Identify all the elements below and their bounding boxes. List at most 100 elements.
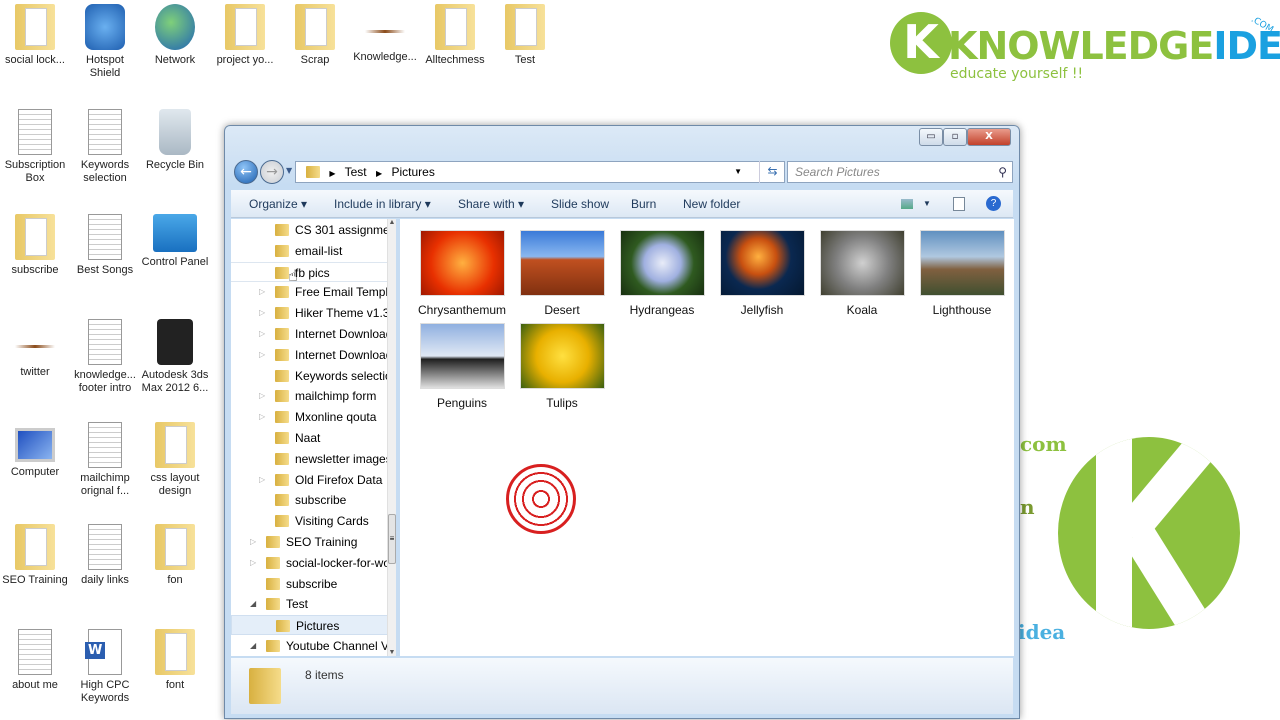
tree-item-label: CS 301 assignment bbox=[295, 223, 396, 237]
scrollbar-thumb[interactable]: ≡ bbox=[388, 514, 396, 564]
desktop-icon[interactable]: High CPC Keywords bbox=[70, 625, 140, 705]
tree-item[interactable]: ▷ SEO Training bbox=[231, 532, 391, 552]
minimize-button[interactable]: ▭ bbox=[919, 128, 943, 146]
expand-arrow-icon[interactable]: ▷ bbox=[250, 553, 256, 573]
tree-item[interactable]: newsletter images bbox=[231, 449, 392, 469]
desktop-icon[interactable]: daily links bbox=[70, 520, 140, 587]
tree-item[interactable]: Pictures bbox=[231, 615, 391, 636]
desktop-icon[interactable]: Test bbox=[490, 0, 560, 67]
new-folder-button[interactable]: New folder bbox=[683, 197, 740, 211]
expand-arrow-icon[interactable]: ▷ bbox=[259, 324, 265, 344]
desktop-icon[interactable]: subscribe bbox=[0, 210, 70, 277]
refresh-button[interactable]: ⇆ bbox=[759, 161, 785, 183]
expand-arrow-icon[interactable]: ▷ bbox=[250, 532, 256, 552]
tree-item[interactable]: Keywords selectior bbox=[231, 366, 396, 386]
address-bar[interactable]: ▶ Test ▶ Pictures ▼ bbox=[295, 161, 785, 183]
picture-item[interactable]: Hydrangeas bbox=[612, 230, 712, 317]
address-dropdown-icon[interactable]: ▼ bbox=[734, 162, 742, 182]
expand-arrow-icon[interactable]: ▷ bbox=[259, 345, 265, 365]
desktop-icon[interactable]: about me bbox=[0, 625, 70, 692]
desktop-icon[interactable]: Knowledge... bbox=[350, 0, 420, 64]
preview-pane-icon[interactable] bbox=[953, 197, 965, 211]
desktop-icon[interactable]: SEO Training bbox=[0, 520, 70, 587]
desktop-icon[interactable]: Scrap bbox=[280, 0, 350, 67]
share-with-button[interactable]: Share with ▾ bbox=[458, 197, 524, 211]
tree-item[interactable]: email-list bbox=[231, 241, 391, 261]
tree-item-label: Visiting Cards bbox=[295, 514, 369, 529]
picture-item[interactable]: Desert bbox=[512, 230, 612, 317]
desktop-icon[interactable]: fon bbox=[140, 520, 210, 587]
organize-button[interactable]: Organize ▾ bbox=[249, 197, 307, 211]
change-view-icon[interactable] bbox=[901, 199, 913, 209]
tree-item[interactable]: ▷ Internet Download bbox=[231, 324, 392, 344]
desktop-icon[interactable]: Network bbox=[140, 0, 210, 67]
tree-item[interactable]: ▷ Old Firefox Data bbox=[231, 470, 391, 490]
desktop-icon[interactable]: Best Songs bbox=[70, 210, 140, 277]
desktop-icon[interactable]: twitter bbox=[0, 315, 70, 379]
tree-item-label: subscribe bbox=[286, 576, 338, 591]
picture-item[interactable]: Jellyfish bbox=[712, 230, 812, 317]
tree-item[interactable]: subscribe bbox=[231, 490, 391, 510]
desktop-icon[interactable]: Control Panel bbox=[140, 210, 210, 269]
desktop-icon[interactable]: Hotspot Shield bbox=[70, 0, 140, 80]
desktop-icon[interactable]: Recycle Bin bbox=[140, 105, 210, 172]
desktop-icon[interactable]: Subscription Box bbox=[0, 105, 70, 185]
burn-button[interactable]: Burn bbox=[631, 197, 656, 211]
desktop-icon[interactable]: css layout design bbox=[140, 418, 210, 498]
tree-item[interactable]: ▷ mailchimp form bbox=[231, 386, 391, 406]
picture-item[interactable]: Koala bbox=[812, 230, 912, 317]
desktop-icon[interactable]: Computer bbox=[0, 418, 70, 479]
expand-arrow-icon[interactable]: ▷ bbox=[259, 470, 265, 490]
desktop-icon-label: Recycle Bin bbox=[145, 159, 205, 171]
desktop-icon[interactable]: Alltechmess bbox=[420, 0, 490, 67]
tree-item[interactable]: Visiting Cards bbox=[231, 511, 391, 531]
recent-pages-dropdown[interactable]: ▼ bbox=[286, 166, 292, 175]
tree-item[interactable]: subscribe bbox=[231, 574, 391, 594]
close-button[interactable]: X bbox=[967, 128, 1011, 146]
desktop-icon[interactable]: project yo... bbox=[210, 0, 280, 67]
expand-arrow-icon[interactable]: ▷ bbox=[259, 282, 265, 302]
tree-item[interactable]: Naat bbox=[231, 428, 391, 448]
folder-icon bbox=[155, 524, 195, 570]
picture-item[interactable]: Penguins bbox=[412, 323, 512, 410]
tree-item[interactable]: CS 301 assignment bbox=[231, 220, 396, 240]
tree-item[interactable]: ◢ Youtube Channel Vic bbox=[231, 636, 396, 656]
forward-button[interactable]: → bbox=[260, 160, 284, 184]
desktop-icon[interactable]: social lock... bbox=[0, 0, 70, 67]
breadcrumb-pictures[interactable]: Pictures bbox=[391, 165, 434, 179]
desktop-icon[interactable]: Autodesk 3ds Max 2012 6... bbox=[140, 315, 210, 395]
tree-item[interactable]: ◢ Test bbox=[231, 594, 391, 614]
collapse-arrow-icon[interactable]: ◢ bbox=[250, 636, 256, 656]
maximize-button[interactable]: ▫ bbox=[943, 128, 967, 146]
breadcrumb-test[interactable]: Test bbox=[345, 165, 367, 179]
tree-item[interactable]: ▷ Hiker Theme v1.3.2 bbox=[231, 303, 396, 323]
picture-item[interactable]: Tulips bbox=[512, 323, 612, 410]
back-button[interactable]: ← bbox=[234, 160, 258, 184]
tree-item[interactable]: ▷ Free Email Templa bbox=[231, 282, 395, 302]
scroll-down-icon[interactable]: ▼ bbox=[388, 649, 396, 656]
doc-icon bbox=[88, 109, 122, 155]
expand-arrow-icon[interactable]: ▷ bbox=[259, 303, 265, 323]
view-dropdown-icon[interactable]: ▼ bbox=[923, 199, 931, 208]
picture-item[interactable]: Chrysanthemum bbox=[412, 230, 512, 317]
slide-show-button[interactable]: Slide show bbox=[551, 197, 609, 211]
collapse-arrow-icon[interactable]: ◢ bbox=[250, 594, 256, 614]
include-in-library-button[interactable]: Include in library ▾ bbox=[334, 197, 431, 211]
scroll-up-icon[interactable]: ▲ bbox=[388, 219, 396, 226]
picture-item[interactable]: Lighthouse bbox=[912, 230, 1012, 317]
search-input[interactable]: Search Pictures ⚲ bbox=[787, 161, 1013, 183]
desktop-icon[interactable]: mailchimp orignal f... bbox=[70, 418, 140, 498]
tree-item[interactable]: ▷ social-locker-for-wo bbox=[231, 553, 391, 573]
expand-arrow-icon[interactable]: ▷ bbox=[259, 407, 265, 427]
nav-scrollbar[interactable]: ▲ ≡ ▼ bbox=[387, 219, 396, 656]
desktop-icon[interactable]: knowledge... footer intro bbox=[70, 315, 140, 395]
desktop-icon[interactable]: Keywords selection bbox=[70, 105, 140, 185]
tree-item[interactable]: ▷ Internet Download bbox=[231, 345, 392, 365]
folder-icon bbox=[15, 4, 55, 50]
desktop-icon[interactable]: font bbox=[140, 625, 210, 692]
expand-arrow-icon[interactable]: ▷ bbox=[259, 386, 265, 406]
folder-icon bbox=[155, 422, 195, 468]
tree-item[interactable]: fb pics bbox=[231, 261, 391, 282]
tree-item[interactable]: ▷ Mxonline qouta bbox=[231, 407, 391, 427]
help-icon[interactable]: ? bbox=[986, 196, 1001, 211]
